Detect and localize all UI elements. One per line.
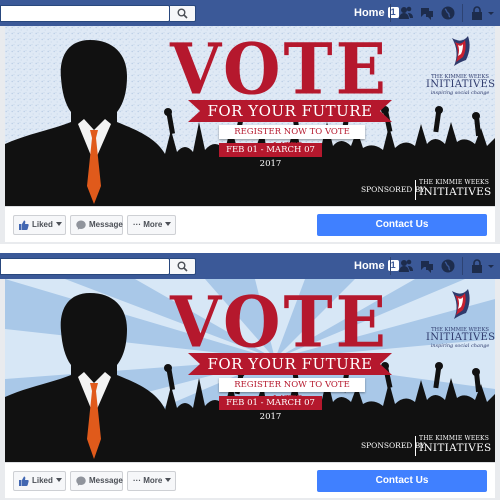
cover-photo: VOTE FOR YOUR FUTURE REGISTER NOW TO VOT… bbox=[5, 279, 495, 462]
caret-icon bbox=[165, 478, 172, 482]
liked-button[interactable]: Liked bbox=[13, 471, 66, 491]
flag-logo-icon bbox=[452, 36, 470, 66]
message-label: Message bbox=[89, 220, 123, 229]
facebook-top-bar: Home 1 bbox=[0, 253, 500, 279]
facebook-top-bar: Home 1 bbox=[0, 0, 500, 26]
lock-icon[interactable] bbox=[470, 258, 484, 274]
nav-divider bbox=[462, 4, 463, 22]
logo-line2: INITIATIVES bbox=[426, 332, 495, 343]
search-icon bbox=[177, 261, 188, 272]
nav-divider bbox=[390, 4, 391, 22]
logo-line2: INITIATIVES bbox=[426, 79, 495, 90]
contact-us-button[interactable]: Contact Us bbox=[317, 214, 487, 236]
page: Home 1 VOTE FOR YOUR FUTURE REGISTER NOW… bbox=[0, 0, 500, 500]
nav-divider bbox=[462, 257, 463, 275]
message-label: Message bbox=[89, 476, 123, 485]
flag-logo-icon bbox=[452, 289, 470, 319]
ribbon-banner: FOR YOUR FUTURE bbox=[188, 353, 392, 375]
sponsor-divider bbox=[415, 436, 416, 456]
message-bubble-icon bbox=[76, 220, 86, 230]
facebook-mockup-rays: Home 1 VOTE FOR YOUR FUTURE REGISTER NOW… bbox=[0, 253, 500, 500]
search-button[interactable] bbox=[170, 5, 196, 22]
chevron-down-icon[interactable] bbox=[486, 5, 496, 21]
logo-tagline: inspiring social change bbox=[430, 90, 490, 96]
sponsor-divider bbox=[415, 180, 416, 200]
caret-icon bbox=[55, 222, 62, 226]
thumbs-up-icon bbox=[19, 476, 29, 486]
home-link[interactable]: Home 1 bbox=[354, 260, 399, 272]
home-link[interactable]: Home 1 bbox=[354, 7, 399, 19]
page-action-bar: Liked Message ··· More Contact Us bbox=[5, 206, 495, 242]
search-input[interactable] bbox=[0, 5, 170, 22]
lock-icon[interactable] bbox=[470, 5, 484, 21]
messages-icon[interactable] bbox=[419, 258, 435, 274]
liked-button[interactable]: Liked bbox=[13, 215, 66, 235]
logo-tagline: inspiring social change bbox=[430, 343, 490, 349]
sponsor-org-line2: INITIATIVES bbox=[419, 442, 492, 454]
more-dots-icon: ··· bbox=[133, 476, 144, 485]
home-label: Home bbox=[354, 7, 385, 19]
search-input[interactable] bbox=[0, 258, 170, 275]
register-banner: REGISTER NOW TO VOTE LATER... bbox=[219, 125, 365, 151]
caret-icon bbox=[55, 478, 62, 482]
caret-icon bbox=[165, 222, 172, 226]
more-label: More bbox=[143, 476, 163, 485]
home-label: Home bbox=[354, 260, 385, 272]
liked-label: Liked bbox=[32, 220, 53, 229]
vote-headline: VOTE bbox=[170, 27, 389, 111]
nav-divider bbox=[390, 257, 391, 275]
friends-icon[interactable] bbox=[398, 258, 414, 274]
more-button[interactable]: ··· More bbox=[127, 471, 176, 491]
ribbon-banner: FOR YOUR FUTURE bbox=[188, 100, 392, 122]
cover-photo: VOTE FOR YOUR FUTURE REGISTER NOW TO VOT… bbox=[5, 26, 495, 206]
friends-icon[interactable] bbox=[398, 5, 414, 21]
messages-icon[interactable] bbox=[419, 5, 435, 21]
dates-banner: FEB 01 - MARCH 07 2017 bbox=[219, 143, 322, 169]
more-dots-icon: ··· bbox=[133, 220, 144, 229]
dates-banner: FEB 01 - MARCH 07 2017 bbox=[219, 396, 322, 422]
register-banner: REGISTER NOW TO VOTE LATER... bbox=[219, 378, 365, 404]
kimmie-weeks-logo: THE KIMMIE WEEKS INITIATIVES inspiring s… bbox=[426, 34, 495, 96]
thumbs-up-icon bbox=[19, 220, 29, 230]
vote-headline: VOTE bbox=[170, 280, 389, 364]
liked-label: Liked bbox=[32, 476, 53, 485]
search-button[interactable] bbox=[170, 258, 196, 275]
message-button[interactable]: Message bbox=[70, 215, 123, 235]
search-icon bbox=[177, 8, 188, 19]
message-button[interactable]: Message bbox=[70, 471, 123, 491]
globe-icon[interactable] bbox=[440, 5, 456, 21]
sponsor-org-line1: THE KIMMIE WEEKS bbox=[419, 179, 490, 186]
more-label: More bbox=[143, 220, 163, 229]
kimmie-weeks-logo: THE KIMMIE WEEKS INITIATIVES inspiring s… bbox=[426, 287, 495, 349]
globe-icon[interactable] bbox=[440, 258, 456, 274]
contact-us-button[interactable]: Contact Us bbox=[317, 470, 487, 492]
page-action-bar: Liked Message ··· More Contact Us bbox=[5, 462, 495, 498]
facebook-mockup-plain: Home 1 VOTE FOR YOUR FUTURE REGISTER NOW… bbox=[0, 0, 500, 244]
sponsor-org-line1: THE KIMMIE WEEKS bbox=[419, 435, 490, 442]
more-button[interactable]: ··· More bbox=[127, 215, 176, 235]
chevron-down-icon[interactable] bbox=[486, 258, 496, 274]
sponsor-org-line2: INITIATIVES bbox=[419, 186, 492, 198]
message-bubble-icon bbox=[76, 476, 86, 486]
